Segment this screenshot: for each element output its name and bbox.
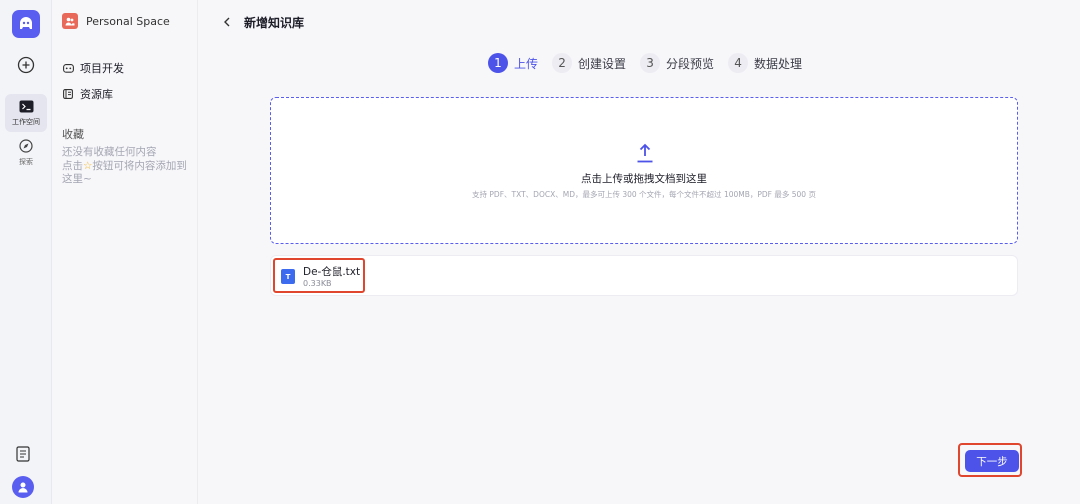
favorites-empty-text: 还没有收藏任何内容 点击☆按钮可将内容添加到这里~ — [62, 146, 192, 187]
space-name: Personal Space — [86, 14, 170, 28]
robot-icon — [62, 62, 74, 74]
step-data-processing: 4 数据处理 — [728, 53, 802, 73]
sidebar-item-label: 项目开发 — [80, 62, 124, 75]
page-title: 新增知识库 — [244, 16, 305, 30]
terminal-icon — [18, 98, 34, 114]
create-plus-icon[interactable] — [15, 54, 37, 76]
app-rail: 工作空间 探索 — [0, 0, 52, 504]
dropzone-hint: 支持 PDF、TXT、DOCX、MD，最多可上传 300 个文件，每个文件不超过… — [472, 190, 816, 199]
step-label: 数据处理 — [754, 56, 803, 71]
rail-item-workspace[interactable]: 工作空间 — [5, 94, 47, 132]
user-avatar-icon[interactable] — [12, 476, 34, 498]
uploaded-file-item[interactable]: T De-仓鼠.txt 0.33KB — [270, 255, 1018, 296]
step-number: 2 — [552, 53, 573, 73]
upload-dropzone[interactable]: 点击上传或拖拽文档到这里 支持 PDF、TXT、DOCX、MD，最多可上传 30… — [270, 97, 1018, 244]
document-icon[interactable] — [16, 446, 36, 464]
dropzone-title: 点击上传或拖拽文档到这里 — [581, 173, 707, 185]
app-logo-icon[interactable] — [12, 10, 40, 38]
people-icon — [62, 13, 78, 29]
favorites-empty-line1: 还没有收藏任何内容 — [62, 146, 157, 158]
space-switcher[interactable]: Personal Space — [62, 13, 170, 29]
step-number: 4 — [728, 53, 749, 73]
step-label: 分段预览 — [666, 56, 715, 71]
sidebar-item-project-dev[interactable]: 项目开发 — [62, 60, 124, 76]
star-icon: ☆ — [83, 159, 93, 172]
sidebar: Personal Space 项目开发 资源库 收藏 还没有收藏任何内容 点击☆… — [52, 0, 198, 504]
main-content: 新增知识库 1 上传 2 创建设置 3 分段预览 4 数据处理 点击上传或拖拽文… — [198, 0, 1080, 504]
step-label: 创建设置 — [578, 56, 627, 71]
upload-icon — [635, 142, 655, 164]
sidebar-item-library[interactable]: 资源库 — [62, 86, 113, 102]
favorites-title: 收藏 — [62, 128, 84, 141]
back-chevron-icon[interactable] — [220, 15, 234, 29]
stepper: 1 上传 2 创建设置 3 分段预览 4 数据处理 — [488, 53, 816, 73]
step-create-settings: 2 创建设置 — [552, 53, 626, 73]
file-size: 0.33KB — [303, 279, 332, 288]
favorites-empty-pre: 点击 — [62, 159, 83, 172]
rail-workspace-label: 工作空间 — [12, 118, 40, 126]
step-number: 3 — [640, 53, 661, 73]
rail-explore-label: 探索 — [19, 158, 33, 166]
library-icon — [62, 88, 74, 100]
sidebar-item-label: 资源库 — [80, 88, 113, 101]
file-name: De-仓鼠.txt — [303, 266, 361, 278]
favorites-empty-line2: 点击☆按钮可将内容添加到这里~ — [62, 160, 192, 187]
step-number: 1 — [488, 53, 508, 73]
next-step-button[interactable]: 下一步 — [965, 450, 1019, 472]
compass-icon — [18, 138, 34, 154]
step-segment-preview: 3 分段预览 — [640, 53, 714, 73]
step-label: 上传 — [514, 56, 539, 71]
text-file-icon: T — [281, 269, 295, 284]
step-upload: 1 上传 — [488, 53, 538, 73]
rail-item-explore[interactable]: 探索 — [5, 136, 47, 167]
